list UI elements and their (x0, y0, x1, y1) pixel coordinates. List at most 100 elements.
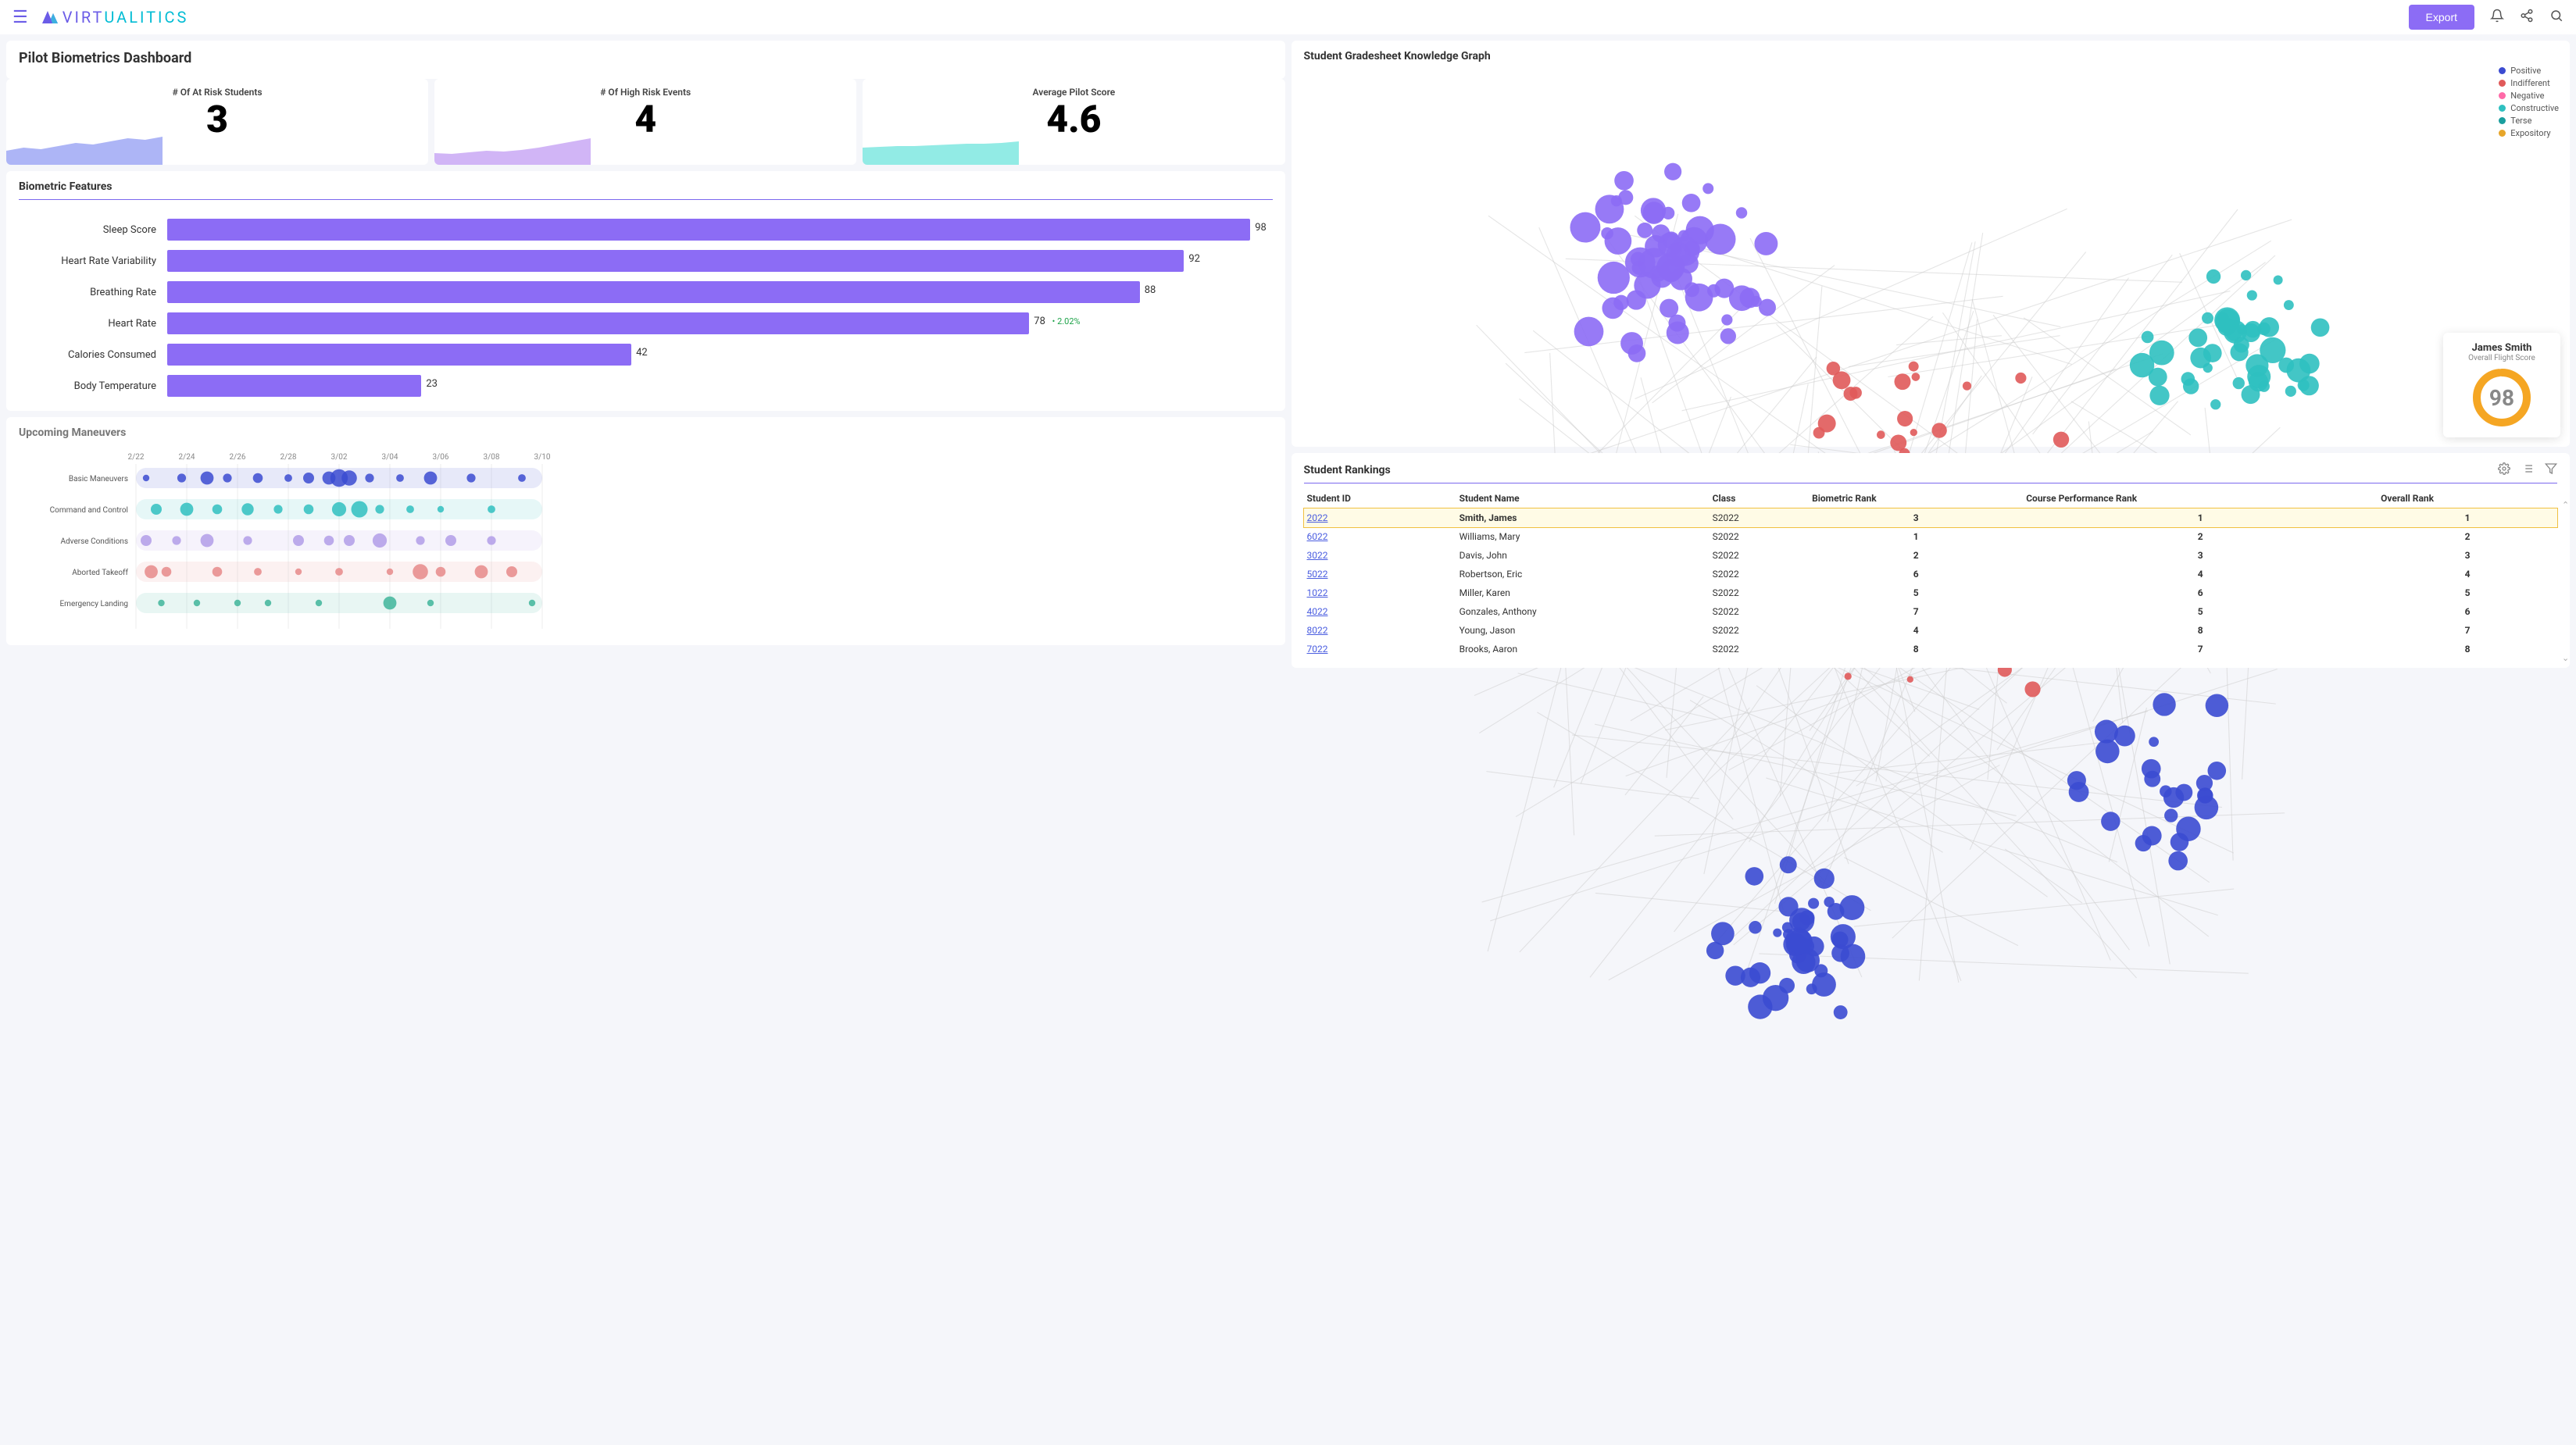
kpi-card[interactable]: Average Pilot Score 4.6 (863, 79, 1284, 165)
performance-rank-cell: 6 (2023, 583, 2378, 602)
kpi-value: 4 (441, 101, 850, 138)
export-button[interactable]: Export (2409, 5, 2474, 30)
student-name-cell: Robertson, Eric (1456, 565, 1710, 583)
class-cell: S2022 (1710, 565, 1809, 583)
student-name-cell: Brooks, Aaron (1456, 640, 1710, 658)
filter-icon[interactable] (2545, 462, 2557, 478)
table-row[interactable]: 7022 Brooks, Aaron S2022 8 7 8 (1304, 640, 2558, 658)
legend-item: Positive (2499, 66, 2559, 76)
performance-rank-cell: 5 (2023, 602, 2378, 621)
feature-bar[interactable] (167, 219, 1250, 241)
legend-item: Expository (2499, 128, 2559, 138)
svg-text:2/24: 2/24 (179, 453, 195, 462)
settings-icon[interactable] (2498, 462, 2510, 478)
table-row[interactable]: 4022 Gonzales, Anthony S2022 7 5 6 (1304, 602, 2558, 621)
feature-row: Breathing Rate 88 (19, 277, 1273, 308)
student-id-link[interactable]: 5022 (1307, 569, 1328, 580)
feature-bar[interactable] (167, 250, 1184, 272)
feature-label: Calories Consumed (19, 349, 167, 361)
class-cell: S2022 (1710, 546, 1809, 565)
student-name-cell: Davis, John (1456, 546, 1710, 565)
search-icon[interactable] (2549, 9, 2563, 27)
feature-value: 78 • 2.02% (1034, 316, 1080, 327)
feature-bar[interactable] (167, 375, 421, 397)
student-name-cell: Miller, Karen (1456, 583, 1710, 602)
maneuvers-timeline-chart[interactable]: 2/222/242/262/283/023/043/063/083/10Basi… (19, 445, 581, 633)
feature-row: Body Temperature 23 (19, 370, 1273, 401)
svg-text:Command and Control: Command and Control (50, 506, 128, 515)
overall-rank-cell: 1 (2378, 508, 2557, 527)
column-header[interactable]: Course Performance Rank (2023, 488, 2378, 508)
biometric-rank-cell: 3 (1809, 508, 2023, 527)
feature-label: Body Temperature (19, 380, 167, 392)
performance-rank-cell: 1 (2023, 508, 2378, 527)
biometric-rank-cell: 5 (1809, 583, 2023, 602)
biometric-rank-cell: 4 (1809, 621, 2023, 640)
overall-rank-cell: 6 (2378, 602, 2557, 621)
kpi-card[interactable]: # Of At Risk Students 3 (6, 79, 428, 165)
column-header[interactable]: Student ID (1304, 488, 1456, 508)
overall-rank-cell: 5 (2378, 583, 2557, 602)
student-rankings-panel: Student Rankings Student IDStudent NameC… (1292, 453, 2571, 668)
kpi-label: # Of At Risk Students (13, 87, 422, 98)
legend-item: Indifferent (2499, 78, 2559, 88)
class-cell: S2022 (1710, 602, 1809, 621)
score-student-name: James Smith (2457, 342, 2546, 354)
feature-bar[interactable] (167, 281, 1140, 303)
column-header[interactable]: Biometric Rank (1809, 488, 2023, 508)
student-id-link[interactable]: 3022 (1307, 550, 1328, 561)
upcoming-maneuvers-panel: Upcoming Maneuvers 2/222/242/262/283/023… (6, 417, 1285, 645)
knowledge-graph-title: Student Gradesheet Knowledge Graph (1304, 50, 2558, 62)
svg-text:Adverse Conditions: Adverse Conditions (61, 537, 128, 546)
overall-rank-cell: 8 (2378, 640, 2557, 658)
table-row[interactable]: 3022 Davis, John S2022 2 3 3 (1304, 546, 2558, 565)
page-title: Pilot Biometrics Dashboard (19, 50, 1273, 66)
class-cell: S2022 (1710, 640, 1809, 658)
legend-item: Negative (2499, 91, 2559, 101)
performance-rank-cell: 4 (2023, 565, 2378, 583)
brand-logo[interactable]: VIRTUALITICS (41, 8, 189, 27)
column-header[interactable]: Class (1710, 488, 1809, 508)
table-row[interactable]: 6022 Williams, Mary S2022 1 2 2 (1304, 527, 2558, 546)
svg-text:Aborted Takeoff: Aborted Takeoff (72, 568, 128, 577)
brand-text-2: UALITICS (104, 8, 188, 27)
student-id-link[interactable]: 7022 (1307, 644, 1328, 655)
table-scrollbar[interactable]: ⌃⌄ (2562, 500, 2571, 663)
kpi-card[interactable]: # Of High Risk Events 4 (434, 79, 856, 165)
overall-rank-cell: 7 (2378, 621, 2557, 640)
table-row[interactable]: 8022 Young, Jason S2022 4 8 7 (1304, 621, 2558, 640)
class-cell: S2022 (1710, 621, 1809, 640)
student-id-link[interactable]: 4022 (1307, 606, 1328, 617)
student-id-link[interactable]: 1022 (1307, 587, 1328, 598)
table-row[interactable]: 2022 Smith, James S2022 3 1 1 (1304, 508, 2558, 527)
svg-text:Emergency Landing: Emergency Landing (60, 600, 129, 608)
class-cell: S2022 (1710, 527, 1809, 546)
student-id-link[interactable]: 8022 (1307, 625, 1328, 636)
performance-rank-cell: 2 (2023, 527, 2378, 546)
column-header[interactable]: Overall Rank (2378, 488, 2557, 508)
rankings-table: Student IDStudent NameClassBiometric Ran… (1304, 488, 2558, 658)
share-icon[interactable] (2520, 9, 2534, 27)
knowledge-graph-panel: Student Gradesheet Knowledge Graph Posit… (1292, 41, 2571, 447)
list-icon[interactable] (2521, 462, 2534, 478)
feature-bar[interactable] (167, 312, 1029, 334)
overall-rank-cell: 3 (2378, 546, 2557, 565)
class-cell: S2022 (1710, 583, 1809, 602)
feature-value: 88 (1145, 284, 1156, 296)
feature-row: Heart Rate Variability 92 (19, 245, 1273, 277)
performance-rank-cell: 7 (2023, 640, 2378, 658)
feature-bar[interactable] (167, 344, 631, 366)
menu-icon[interactable]: ☰ (13, 8, 28, 27)
column-header[interactable]: Student Name (1456, 488, 1710, 508)
kpi-row: # Of At Risk Students 3 # Of High Risk E… (6, 79, 1285, 165)
performance-rank-cell: 3 (2023, 546, 2378, 565)
kpi-label: # Of High Risk Events (441, 87, 850, 98)
bell-icon[interactable] (2490, 9, 2504, 27)
student-id-link[interactable]: 2022 (1307, 512, 1328, 523)
overall-rank-cell: 4 (2378, 565, 2557, 583)
score-value: 98 (2471, 367, 2532, 428)
table-row[interactable]: 1022 Miller, Karen S2022 5 6 5 (1304, 583, 2558, 602)
student-id-link[interactable]: 6022 (1307, 531, 1328, 542)
student-name-cell: Young, Jason (1456, 621, 1710, 640)
table-row[interactable]: 5022 Robertson, Eric S2022 6 4 4 (1304, 565, 2558, 583)
